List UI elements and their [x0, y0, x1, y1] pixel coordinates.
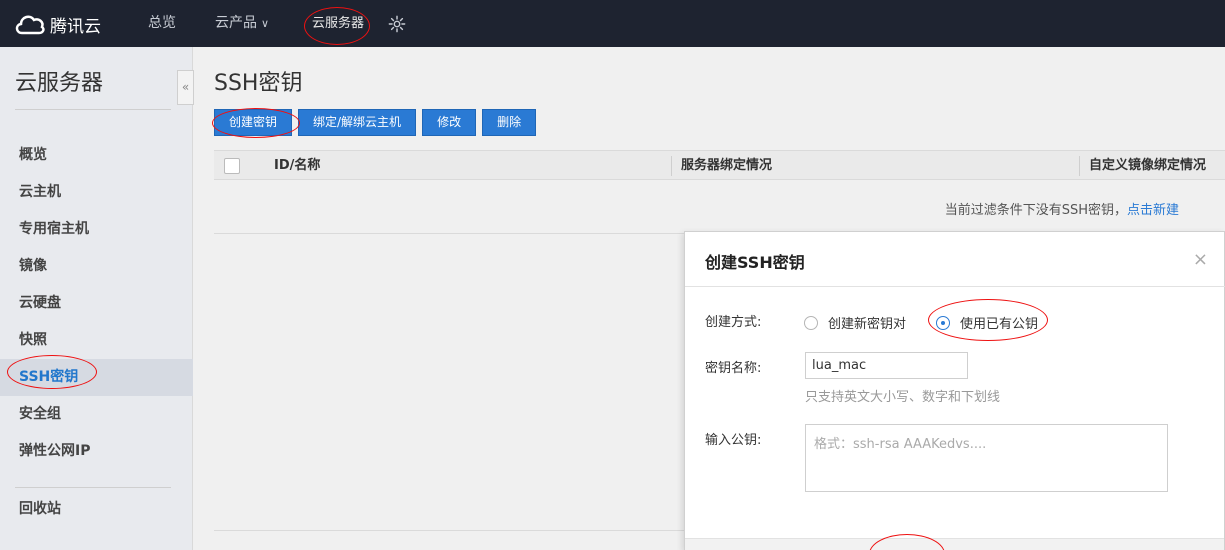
create-new-link[interactable]: 点击新建 [1127, 203, 1179, 218]
table-empty-row: 当前过滤条件下没有SSH密钥，点击新建 [214, 180, 1225, 234]
sidebar-item-snapshots[interactable]: 快照 [0, 322, 193, 359]
select-all-checkbox[interactable] [224, 158, 240, 174]
logo-text: 腾讯云 [50, 16, 101, 37]
radio-create-new-keypair[interactable]: 创建新密钥对 [804, 313, 906, 332]
sidebar-item-images[interactable]: 镜像 [0, 248, 193, 285]
nav-products-label: 云产品 [215, 15, 257, 31]
creation-method-label: 创建方式: [705, 315, 762, 330]
column-header-image-binding: 自定义镜像绑定情况 [1089, 158, 1207, 173]
delete-button[interactable]: 删除 [482, 109, 537, 136]
column-divider [671, 156, 672, 176]
key-name-label: 密钥名称: [705, 361, 762, 376]
empty-message-text: 当前过滤条件下没有SSH密钥， [944, 203, 1127, 218]
dialog-title: 创建SSH密钥 [705, 253, 805, 272]
chevron-down-icon: ∨ [261, 17, 270, 30]
table-header: ID/名称 服务器绑定情况 自定义镜像绑定情况 [214, 150, 1225, 180]
key-name-input[interactable] [805, 352, 968, 379]
sidebar-divider [15, 109, 171, 110]
sidebar-item-dedicated-hosts[interactable]: 专用宿主机 [0, 211, 193, 248]
radio-button-unchecked[interactable] [804, 315, 818, 330]
dialog-footer [685, 538, 1224, 550]
column-header-server-binding: 服务器绑定情况 [681, 158, 773, 173]
cloud-logo-icon [15, 15, 45, 35]
sidebar-title: 云服务器 [15, 71, 104, 96]
sidebar-item-instances[interactable]: 云主机 [0, 174, 193, 211]
radio-use-existing-pubkey[interactable]: 使用已有公钥 [936, 313, 1038, 332]
nav-cloud-server[interactable]: 云服务器 [312, 0, 364, 47]
sidebar-item-cloud-disks[interactable]: 云硬盘 [0, 285, 193, 322]
table-bottom-border [214, 530, 684, 531]
sidebar-item-ssh-keys[interactable]: SSH密钥 [0, 359, 193, 396]
nav-products[interactable]: 云产品 ∨ [215, 0, 269, 47]
public-key-label: 输入公钥: [705, 433, 762, 448]
column-header-id-name: ID/名称 [274, 158, 321, 173]
radio-label-use-existing: 使用已有公钥 [960, 317, 1039, 332]
radio-button-checked[interactable] [936, 315, 950, 330]
gear-icon[interactable] [388, 15, 406, 33]
key-name-hint: 只支持英文大小写、数字和下划线 [805, 390, 1001, 405]
sidebar-item-recycle-bin[interactable]: 回收站 [0, 491, 193, 528]
create-key-button[interactable]: 创建密钥 [214, 109, 293, 136]
create-ssh-key-dialog: 创建SSH密钥 × 创建方式: 创建新密钥对 使用已有公钥 密钥名称: 只支持英… [684, 231, 1225, 550]
sidebar-item-security-groups[interactable]: 安全组 [0, 396, 193, 433]
page-title: SSH密钥 [214, 71, 303, 96]
column-divider [1079, 156, 1080, 176]
sidebar-item-elastic-ip[interactable]: 弹性公网IP [0, 433, 193, 470]
top-navigation-bar: 腾讯云 总览 云产品 ∨ 云服务器 [0, 0, 1225, 47]
toolbar: 创建密钥 绑定/解绑云主机 修改 删除 [214, 109, 537, 136]
sidebar: 云服务器 概览 云主机 专用宿主机 镜像 云硬盘 快照 SSH密钥 安全组 弹性… [0, 47, 193, 550]
nav-overview[interactable]: 总览 [148, 0, 176, 47]
tencent-cloud-logo[interactable]: 腾讯云 [14, 10, 101, 38]
bind-unbind-button[interactable]: 绑定/解绑云主机 [298, 109, 417, 136]
sidebar-divider [15, 487, 171, 488]
empty-message: 当前过滤条件下没有SSH密钥，点击新建 [945, 199, 1179, 218]
edit-button[interactable]: 修改 [422, 109, 477, 136]
close-icon[interactable]: × [1193, 249, 1208, 270]
double-chevron-left-icon: « [181, 80, 190, 94]
public-key-textarea[interactable] [805, 424, 1168, 492]
sidebar-item-overview[interactable]: 概览 [0, 137, 193, 174]
radio-label-create-new: 创建新密钥对 [828, 317, 907, 332]
collapse-sidebar-button[interactable]: « [177, 70, 194, 105]
dialog-divider [685, 286, 1225, 287]
